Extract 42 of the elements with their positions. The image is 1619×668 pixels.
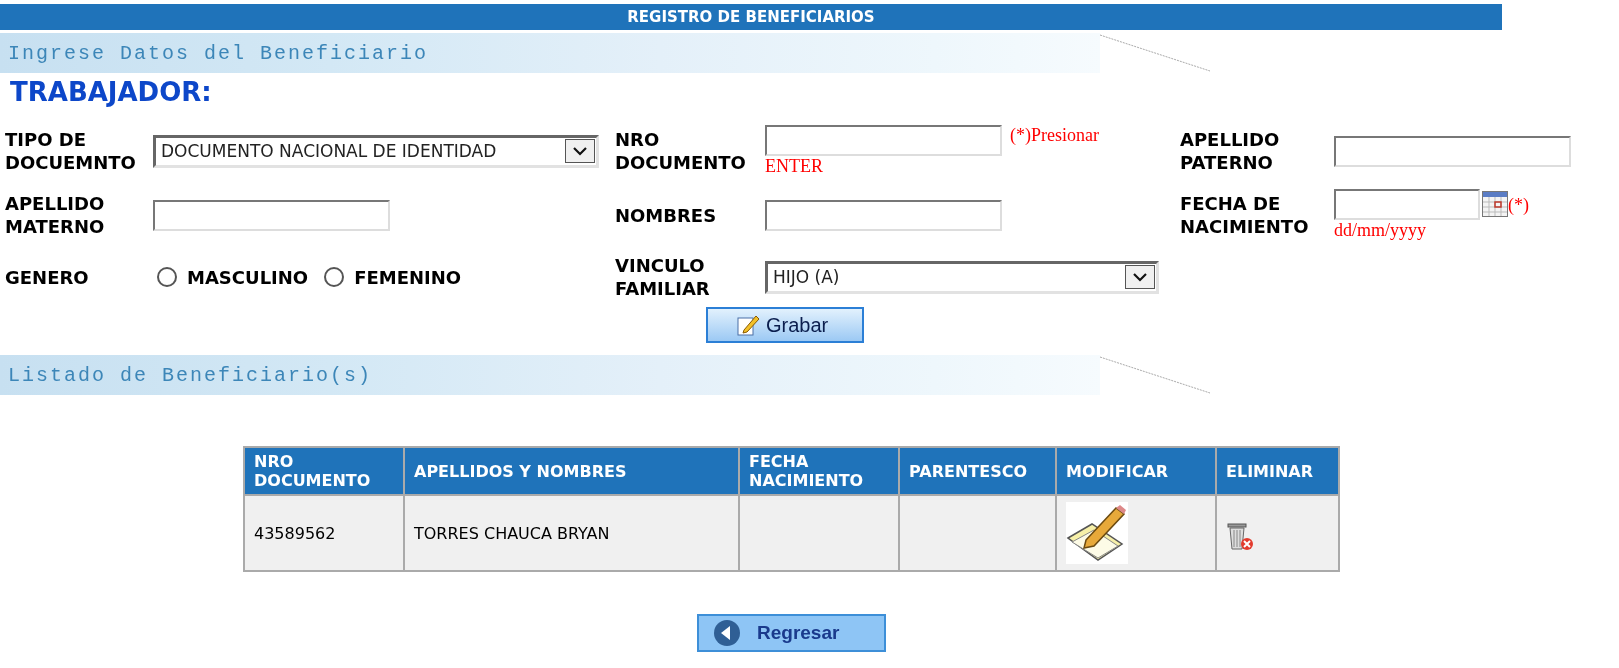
calendar-icon[interactable]: [1482, 191, 1508, 217]
hint-text: (*)Presionar: [1010, 125, 1099, 146]
section-heading: TRABAJADOR:: [9, 76, 213, 109]
column-header: ELIMINAR: [1216, 447, 1339, 495]
column-header: FECHA NACIMIENTO: [739, 447, 899, 495]
chevron-icon: [565, 139, 595, 163]
field-label: GENERO: [5, 266, 89, 288]
input-field[interactable]: [765, 125, 1002, 156]
input-field[interactable]: [765, 199, 1002, 231]
field-label: NRO DOCUMENTO: [615, 129, 746, 173]
chevron-icon: [1125, 265, 1155, 289]
radio-label: MASCULINO: [187, 266, 309, 288]
dropdown-field[interactable]: DOCUMENTO NACIONAL DE IDENTIDAD: [153, 134, 599, 168]
hint-text: ENTER: [765, 156, 823, 176]
back-button[interactable]: Regresar: [697, 614, 886, 652]
hint-text: dd/mm/yyyy: [1334, 220, 1426, 240]
field-label: APELLIDO MATERNO: [5, 193, 105, 237]
pencil-icon: [736, 313, 760, 337]
edit-document-icon[interactable]: [1066, 502, 1128, 564]
radio-label: FEMENINO: [354, 266, 462, 288]
input-field[interactable]: [153, 199, 390, 231]
section-title: Listado de Beneficiario(s): [8, 363, 373, 387]
table-cell: TORRES CHAUCA BRYAN: [404, 495, 739, 571]
field-label: APELLIDO PATERNO: [1180, 129, 1280, 173]
column-header: NRO DOCUMENTO: [244, 447, 404, 495]
save-button[interactable]: Grabar: [706, 307, 864, 343]
page-title: REGISTRO DE BENEFICIARIOS: [627, 8, 875, 26]
field-label: NOMBRES: [615, 204, 717, 226]
section-title: Ingrese Datos del Beneficiario: [8, 41, 429, 65]
column-header: APELLIDOS Y NOMBRES: [404, 447, 739, 495]
date-field[interactable]: [1334, 189, 1480, 220]
hint-text: (*): [1508, 195, 1529, 216]
field-label: FECHA DE NACIMIENTO: [1180, 193, 1309, 237]
table-cell: 43589562: [244, 495, 404, 571]
field-label: VINCULO FAMILIAR: [615, 255, 710, 299]
input-field[interactable]: [1334, 135, 1571, 167]
dropdown-field[interactable]: HIJO (A): [765, 260, 1159, 294]
field-label: TIPO DE DOCUEMNTO: [5, 129, 136, 173]
radio-button[interactable]: [324, 267, 345, 287]
radio-button[interactable]: [157, 267, 177, 287]
column-header: PARENTESCO: [899, 447, 1056, 495]
column-header: MODIFICAR: [1056, 447, 1216, 495]
